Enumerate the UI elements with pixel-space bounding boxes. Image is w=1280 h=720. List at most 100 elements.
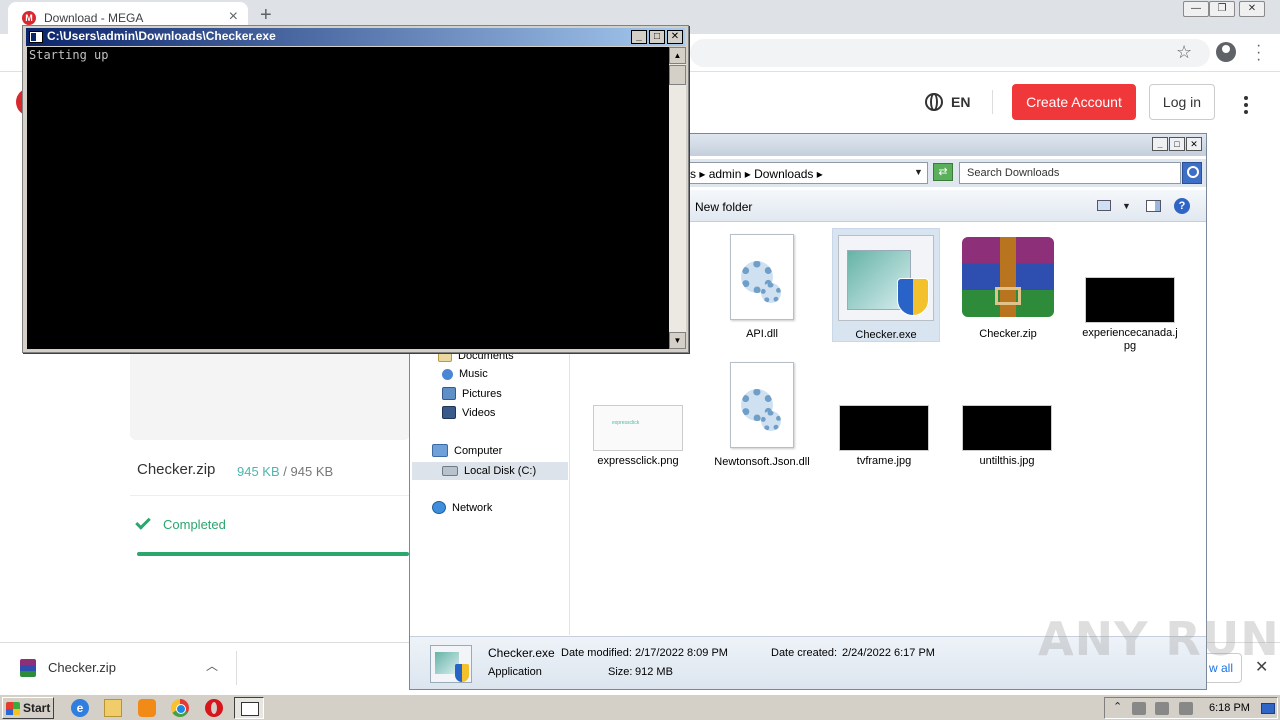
system-tray: ⌃ 6:18 PM [1104,697,1278,719]
explorer-maximize-button[interactable]: □ [1169,137,1185,151]
start-label: Start [23,701,51,715]
start-button[interactable]: Start [2,697,54,719]
mega-favicon-icon: M [22,11,36,25]
file-newtonsoft-json-dll[interactable]: Newtonsoft.Json.dll [708,362,816,469]
browser-minimize-button[interactable]: — [1183,1,1209,17]
download-status: Completed [163,517,226,532]
disk-icon [442,466,458,476]
file-name: Checker.exe [855,329,917,341]
console-close-button[interactable]: ✕ [667,30,683,44]
nav-item-network[interactable]: Network [432,501,492,514]
file-api-dll[interactable]: API.dll [708,234,816,341]
browser-menu-icon[interactable]: · · · [1256,38,1261,68]
bookmark-star-icon[interactable]: ☆ [1176,42,1192,63]
login-button[interactable]: Log in [1149,84,1215,120]
language-label: EN [951,94,971,110]
scroll-up-icon[interactable]: ▲ [669,47,686,64]
console-output-area[interactable]: Starting up [27,47,669,349]
image-thumbnail [962,405,1052,451]
views-dropdown-icon[interactable]: ▼ [1122,201,1131,211]
exe-file-icon [838,235,934,321]
details-modified-value: 2/17/2022 8:09 PM [635,647,728,659]
volume-icon[interactable] [1132,702,1146,715]
chrome-icon[interactable] [171,699,189,717]
console-titlebar[interactable]: C:\Users\admin\Downloads\Checker.exe _ □… [26,28,685,46]
nav-item-pictures[interactable]: Pictures [442,387,502,400]
nav-item-music[interactable]: Music [442,368,488,380]
file-experiencecanada-jpg[interactable]: experiencecanada.jpg [1076,277,1184,353]
console-maximize-button[interactable]: □ [649,30,665,44]
nav-item-videos[interactable]: Videos [442,406,495,419]
music-icon [442,368,453,380]
action-center-icon[interactable] [1179,702,1193,715]
account-icon[interactable] [1216,42,1236,62]
tab-close-icon[interactable]: × [229,8,238,26]
scroll-down-icon[interactable]: ▼ [669,332,686,349]
console-title: C:\Users\admin\Downloads\Checker.exe [47,29,276,43]
size-separator: / [283,464,287,479]
breadcrumb[interactable]: rs ▸ admin ▸ Downloads ▸ [686,167,823,181]
shelf-file-name[interactable]: Checker.zip [48,660,116,675]
file-untilthis-jpg[interactable]: untilthis.jpg [953,405,1061,468]
shelf-divider [236,651,237,685]
file-checker-zip[interactable]: Checker.zip [954,237,1062,341]
console-scrollbar[interactable]: ▲ ▼ [669,47,686,349]
refresh-icon[interactable]: ⇄ [933,163,953,181]
file-name: experiencecanada.jpg [1082,327,1178,352]
browser-restore-button[interactable]: ❐ [1209,1,1235,17]
image-thumbnail [839,405,929,451]
taskbar: Start e ⌃ 6:18 PM [0,694,1280,720]
preview-pane-icon[interactable] [1146,200,1161,212]
browser-close-button[interactable]: ✕ [1239,1,1265,17]
nav-label: Local Disk (C:) [464,465,537,477]
search-input[interactable]: Search Downloads [959,162,1181,184]
address-bar[interactable] [690,39,1210,67]
details-modified-label: Date modified: [561,647,632,659]
opera-icon[interactable] [205,699,223,717]
console-minimize-button[interactable]: _ [631,30,647,44]
pictures-icon [442,387,456,400]
address-dropdown-icon[interactable]: ▼ [914,167,923,177]
nav-label: Network [452,501,493,514]
downloaded-size: 945 KB [237,464,280,479]
console-output-text: Starting up [29,48,109,62]
new-tab-button[interactable]: + [260,4,272,27]
image-thumbnail: expressclick [593,405,683,451]
network-tray-icon[interactable] [1155,702,1169,715]
show-desktop-icon[interactable] [1261,703,1275,714]
search-icon[interactable] [1182,162,1202,184]
clock[interactable]: 6:18 PM [1209,702,1250,714]
page-menu-icon[interactable] [1244,96,1248,117]
explorer-close-button[interactable]: ✕ [1186,137,1202,151]
tab-title: Download - MEGA [44,11,144,25]
file-tvframe-jpg[interactable]: tvframe.jpg [830,405,938,468]
computer-icon [432,444,448,457]
taskbar-console-button[interactable] [234,697,264,719]
new-folder-button[interactable]: New folder [695,200,752,214]
nav-label: Pictures [462,387,502,400]
media-player-icon[interactable] [138,699,156,717]
tray-expand-icon[interactable]: ⌃ [1113,700,1122,713]
help-icon[interactable]: ? [1174,198,1190,214]
nav-label: Videos [462,406,496,419]
file-checker-exe[interactable]: Checker.exe [832,228,940,342]
console-window: C:\Users\admin\Downloads\Checker.exe _ □… [22,25,689,353]
dll-file-icon [730,234,794,320]
explorer-minimize-button[interactable]: _ [1152,137,1168,151]
file-name: Checker.zip [979,328,1037,340]
chevron-up-icon[interactable]: ︿ [206,657,218,674]
internet-explorer-icon[interactable]: e [71,699,89,717]
file-expressclick-png[interactable]: expressclick expressclick.png [584,405,692,468]
network-icon [432,501,446,514]
nav-item-computer[interactable]: Computer [432,444,502,457]
details-file-name: Checker.exe [488,646,555,660]
dll-file-icon [730,362,794,448]
scroll-thumb[interactable] [669,65,686,85]
explorer-folder-icon[interactable] [104,699,122,717]
download-file-name: Checker.zip [137,461,216,478]
language-selector[interactable]: EN [925,93,970,111]
console-icon [29,31,43,43]
create-account-button[interactable]: Create Account [1012,84,1136,120]
nav-item-local-disk[interactable]: Local Disk (C:) [412,462,568,480]
change-view-icon[interactable] [1097,200,1111,211]
